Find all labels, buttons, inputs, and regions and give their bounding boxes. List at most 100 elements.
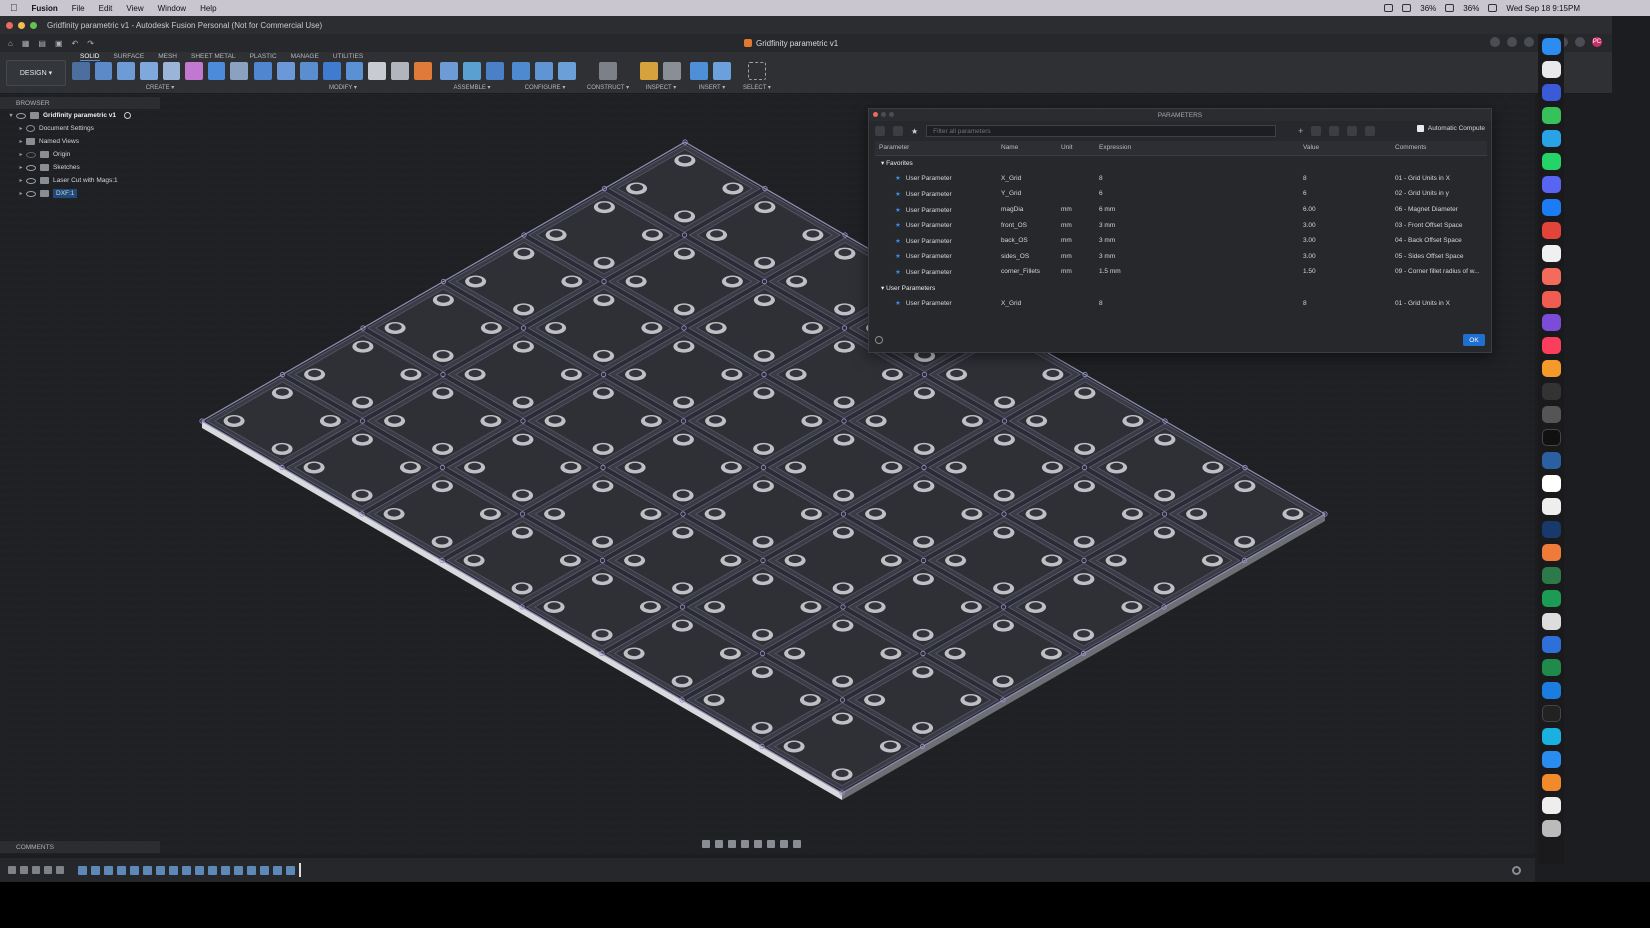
control-center-icon[interactable] <box>1488 4 1498 12</box>
menu-app-name[interactable]: Fusion <box>32 4 58 13</box>
expand-arrow-icon[interactable]: ▸ <box>16 177 26 184</box>
activate-radio-icon[interactable] <box>123 112 131 119</box>
parameter-row[interactable]: ★ User Parameter X_Grid 8 8 01 - Grid Units i… <box>875 171 1487 187</box>
fx-parameters-icon[interactable] <box>391 62 410 80</box>
zoom-window-icon[interactable] <box>30 21 37 29</box>
timeline-feature-icon[interactable] <box>260 865 269 875</box>
look-at-icon[interactable] <box>715 840 723 848</box>
fillet-icon[interactable] <box>276 62 295 80</box>
import-icon[interactable] <box>1347 126 1358 136</box>
menu-view[interactable]: View <box>126 4 143 13</box>
insert-group-label[interactable]: INSERT ▾ <box>690 84 734 91</box>
col-comments[interactable]: Comments <box>1391 141 1487 156</box>
timeline-feature-icon[interactable] <box>91 865 100 875</box>
music-icon[interactable] <box>1541 337 1561 354</box>
timeline-feature-icon[interactable] <box>78 865 87 875</box>
configure-rule-icon[interactable] <box>535 62 553 80</box>
measure-icon[interactable] <box>640 62 658 80</box>
param-expression-cell[interactable]: 6 mm <box>1095 202 1299 218</box>
job-status-icon[interactable] <box>1524 37 1534 47</box>
p-app-icon[interactable] <box>1541 429 1561 446</box>
parameter-row[interactable]: ★ User Parameter back_OS mm 3 mm 3.00 04 - Bac… <box>875 233 1487 249</box>
as-built-joint-icon[interactable] <box>486 62 504 80</box>
dialog-close-icon[interactable] <box>873 112 878 117</box>
parameters-titlebar[interactable]: PARAMETERS <box>869 109 1491 121</box>
timeline-next-icon[interactable] <box>44 866 52 874</box>
favorite-star-icon[interactable]: ★ <box>895 207 901 214</box>
favorite-star-icon[interactable]: ★ <box>895 300 901 307</box>
pdf-icon[interactable] <box>1541 291 1561 308</box>
fit-icon[interactable] <box>754 840 762 848</box>
configure-group-label[interactable]: CONFIGURE ▾ <box>512 84 578 91</box>
copy-parameter-icon[interactable] <box>1311 126 1322 136</box>
chatgpt-icon[interactable] <box>1541 567 1561 584</box>
file-icon[interactable]: ▤ <box>38 39 46 48</box>
browser-item-named-views[interactable]: ▸ Named Views <box>0 135 160 148</box>
close-window-icon[interactable] <box>6 21 13 29</box>
visibility-eye-icon[interactable] <box>26 164 36 171</box>
configure-table-icon[interactable] <box>512 62 530 80</box>
timeline-feature-icon[interactable] <box>182 865 191 875</box>
box-icon[interactable] <box>162 62 181 80</box>
hole-icon[interactable] <box>139 62 158 80</box>
fx-user-parameter-icon[interactable] <box>875 126 885 136</box>
mail-icon[interactable] <box>1541 84 1561 101</box>
orbit-icon[interactable] <box>702 840 710 848</box>
revolve-icon[interactable] <box>117 62 135 80</box>
timeline-feature-icon[interactable] <box>117 865 126 875</box>
affinity-icon[interactable] <box>1541 314 1561 331</box>
menu-edit[interactable]: Edit <box>99 4 113 13</box>
menubar-datetime[interactable]: Wed Sep 18 9:15PM <box>1506 4 1580 13</box>
expand-arrow-icon[interactable]: ▸ <box>16 190 26 197</box>
info-icon[interactable] <box>875 336 883 344</box>
param-expression-cell[interactable]: 3 mm <box>1095 233 1299 249</box>
user-avatar[interactable]: PC <box>1592 37 1602 47</box>
screen-record-icon[interactable] <box>1384 4 1394 12</box>
parameter-row[interactable]: ★ User Parameter X_Grid 8 8 01 - Grid Units i… <box>875 295 1487 311</box>
timeline-feature-icon[interactable] <box>156 865 165 875</box>
add-tab-icon[interactable] <box>1490 37 1500 47</box>
redo-icon[interactable]: ↷ <box>87 39 94 48</box>
param-expression-cell[interactable]: 8 <box>1095 171 1299 187</box>
construct-group-label[interactable]: CONSTRUCT ▾ <box>586 84 630 91</box>
ok-button[interactable]: OK <box>1463 334 1485 346</box>
col-unit[interactable]: Unit <box>1057 141 1095 156</box>
expand-arrow-icon[interactable]: ▸ <box>16 125 26 132</box>
combine-icon[interactable] <box>322 62 341 80</box>
derive-icon[interactable] <box>207 62 226 80</box>
timeline-marker[interactable] <box>299 863 301 877</box>
favorite-star-icon[interactable]: ★ <box>895 269 901 276</box>
delete-parameter-icon[interactable] <box>1329 126 1340 136</box>
lightroom-icon[interactable] <box>1541 521 1561 538</box>
comments-panel[interactable]: COMMENTS <box>0 841 160 853</box>
parameter-row[interactable]: ★ User Parameter sides_OS mm 3 mm 3.00 05 - Si… <box>875 249 1487 265</box>
favorite-star-icon[interactable]: ★ <box>895 238 901 245</box>
assemble-group-label[interactable]: ASSEMBLE ▾ <box>440 84 504 91</box>
tab-sheet-metal[interactable]: SHEET METAL <box>191 53 236 61</box>
expand-arrow-icon[interactable]: ▸ <box>16 138 26 145</box>
plane-icon[interactable] <box>230 62 248 80</box>
trash-icon[interactable] <box>1541 820 1561 837</box>
select-window-icon[interactable] <box>748 62 766 80</box>
favorite-star-icon[interactable]: ★ <box>895 222 901 229</box>
undo-icon[interactable]: ↶ <box>72 39 79 48</box>
new-component-icon[interactable] <box>440 62 458 80</box>
move-icon[interactable] <box>368 62 387 80</box>
tab-solid[interactable]: SOLID <box>80 53 100 61</box>
canva-icon[interactable] <box>1541 728 1561 745</box>
export-icon[interactable] <box>1365 126 1376 136</box>
help-icon[interactable] <box>1575 37 1585 47</box>
finder-icon[interactable] <box>1541 38 1561 55</box>
obs-icon[interactable] <box>1541 452 1561 469</box>
grid-icon[interactable]: ▦ <box>22 39 30 48</box>
whatsapp-icon[interactable] <box>1541 153 1561 170</box>
visibility-eye-icon[interactable] <box>26 190 36 197</box>
param-expression-cell[interactable]: 1.5 mm <box>1095 264 1299 280</box>
shell-icon[interactable] <box>299 62 318 80</box>
firefox-icon[interactable] <box>1541 360 1561 377</box>
timeline-feature-icon[interactable] <box>286 865 295 875</box>
timeline-play-icon[interactable] <box>32 866 40 874</box>
browser-header[interactable]: BROWSER <box>0 97 160 109</box>
extensions-icon[interactable] <box>1507 37 1517 47</box>
timeline-feature-icon[interactable] <box>208 865 217 875</box>
